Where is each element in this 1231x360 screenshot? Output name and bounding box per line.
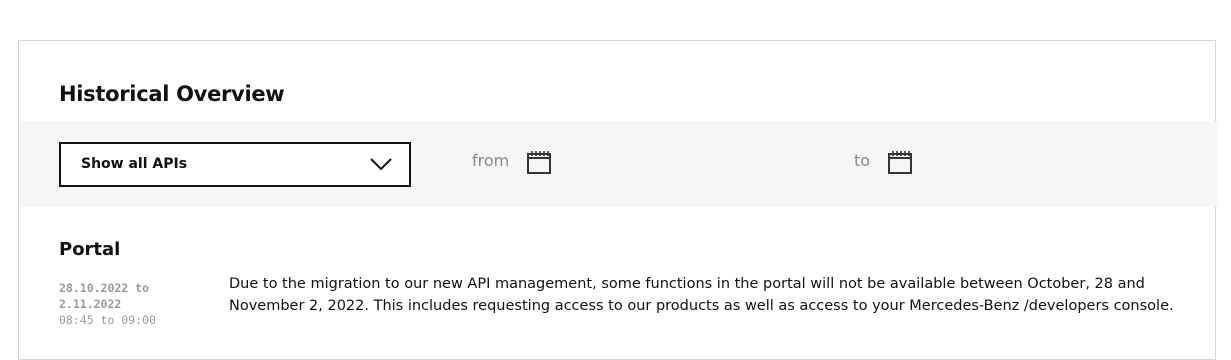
entry-start-date: 28.10.2022 to bbox=[59, 281, 150, 295]
api-select-value: Show all APIs bbox=[81, 156, 188, 172]
entry-message: Due to the migration to our new API mana… bbox=[229, 276, 1174, 314]
calendar-icon[interactable] bbox=[526, 149, 552, 175]
filter-bar: Show all APIs from to bbox=[19, 121, 1217, 207]
to-label: to bbox=[854, 151, 871, 170]
entry-time: 08:45 to 09:00 bbox=[59, 313, 156, 327]
page-title: Historical Overview bbox=[59, 82, 285, 106]
api-select-dropdown[interactable]: Show all APIs bbox=[59, 142, 411, 187]
from-label: from bbox=[472, 151, 510, 170]
historical-overview-card: Historical Overview Show all APIs from t… bbox=[18, 40, 1217, 360]
entry-end-date: 2.11.2022 bbox=[59, 297, 122, 311]
chevron-down-icon bbox=[370, 158, 392, 171]
section-title-portal: Portal bbox=[59, 239, 121, 260]
calendar-icon[interactable] bbox=[887, 149, 913, 175]
entry-date-range: 28.10.2022 to 2.11.2022 08:45 to 09:00 bbox=[59, 280, 199, 328]
